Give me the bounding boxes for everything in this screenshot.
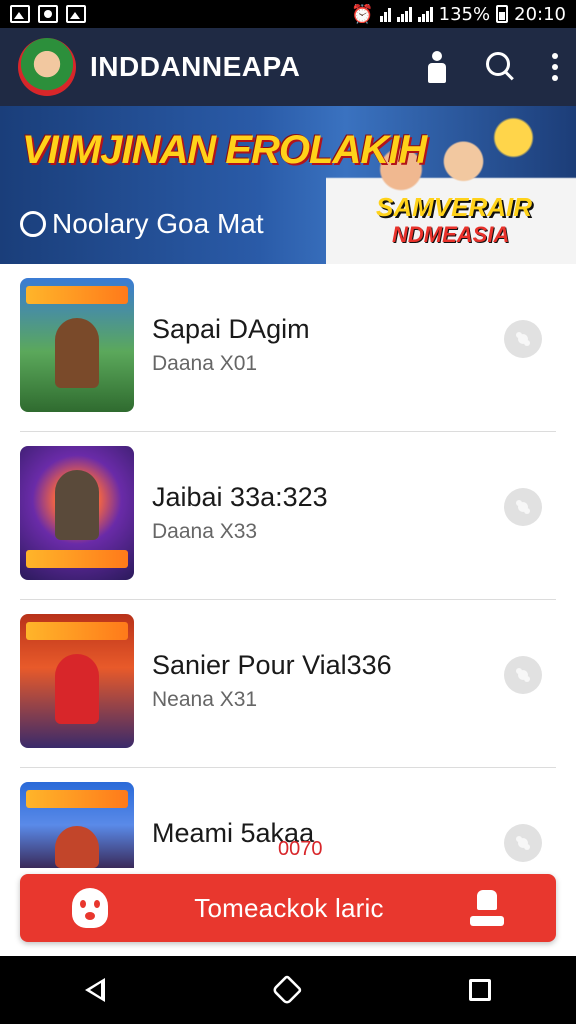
profile-icon xyxy=(470,890,504,926)
image-notification-icon xyxy=(66,5,86,23)
ghost-icon xyxy=(72,888,108,928)
item-subtitle: Neana X31 xyxy=(152,688,258,711)
battery-percent: 135% xyxy=(438,3,491,25)
status-indicators: ⏰ 135% 20:10 xyxy=(351,4,566,25)
banner-subtitle: Noolary Goa Mat xyxy=(20,208,264,240)
item-action-icon[interactable] xyxy=(504,320,542,358)
battery-icon xyxy=(496,5,509,23)
game-thumbnail xyxy=(20,278,134,412)
item-subtitle: Daana X33 xyxy=(152,520,258,543)
signal-icon xyxy=(396,6,412,22)
banner-badge-line2: NDMEASIA xyxy=(392,222,510,247)
system-nav-bar xyxy=(0,956,576,1024)
item-title: Jaibai 33a:323 xyxy=(152,482,328,512)
ring-icon xyxy=(20,211,46,237)
app-bar: INDDANNEAPA xyxy=(0,28,576,106)
game-thumbnail xyxy=(20,782,134,868)
home-icon[interactable] xyxy=(271,974,303,1006)
gallery-icon xyxy=(10,5,30,23)
signal-icon-2 xyxy=(417,6,433,22)
list-item[interactable]: Sapai DAgim Daana X01 xyxy=(0,264,576,432)
app-bar-actions xyxy=(424,51,558,83)
search-icon[interactable] xyxy=(486,52,516,82)
notification-icons xyxy=(10,5,86,23)
app-logo[interactable] xyxy=(18,38,76,96)
banner-subtitle-text: Noolary Goa Mat xyxy=(52,208,264,239)
list-item[interactable]: Jaibai 33a:323 Daana X33 xyxy=(0,432,576,600)
recents-icon[interactable] xyxy=(469,979,492,1001)
game-thumbnail xyxy=(20,446,134,580)
wifi-icon xyxy=(379,6,391,22)
item-title: Sanier Pour Vial336 xyxy=(152,650,392,680)
cta-label: Tomeackok laric xyxy=(194,892,384,923)
banner-headline: VIIMJINAN EROLAKIH xyxy=(22,128,427,172)
more-vert-icon[interactable] xyxy=(552,53,558,81)
item-title: Sapai DAgim xyxy=(152,314,310,344)
alarm-icon: ⏰ xyxy=(351,3,374,25)
back-icon[interactable] xyxy=(84,978,105,1002)
item-action-icon[interactable] xyxy=(504,488,542,526)
item-extra: 0070 xyxy=(278,838,323,860)
status-bar: ⏰ 135% 20:10 xyxy=(0,0,576,28)
clock: 20:10 xyxy=(514,3,566,25)
game-thumbnail xyxy=(20,614,134,748)
floating-action-button[interactable]: Tomeackok laric xyxy=(20,874,556,942)
item-action-icon[interactable] xyxy=(504,824,542,862)
item-subtitle: Daana X01 xyxy=(152,352,258,375)
game-list: Sapai DAgim Daana X01 Jaibai 33a:323 Daa… xyxy=(0,264,576,936)
shop-notification-icon xyxy=(38,5,58,23)
app-title: INDDANNEAPA xyxy=(90,51,301,82)
person-icon[interactable] xyxy=(424,51,450,83)
item-action-icon[interactable] xyxy=(504,656,542,694)
list-item[interactable]: Sanier Pour Vial336 Neana X31 xyxy=(0,600,576,768)
banner-badge-line1: SAMVERAIR xyxy=(376,192,533,222)
